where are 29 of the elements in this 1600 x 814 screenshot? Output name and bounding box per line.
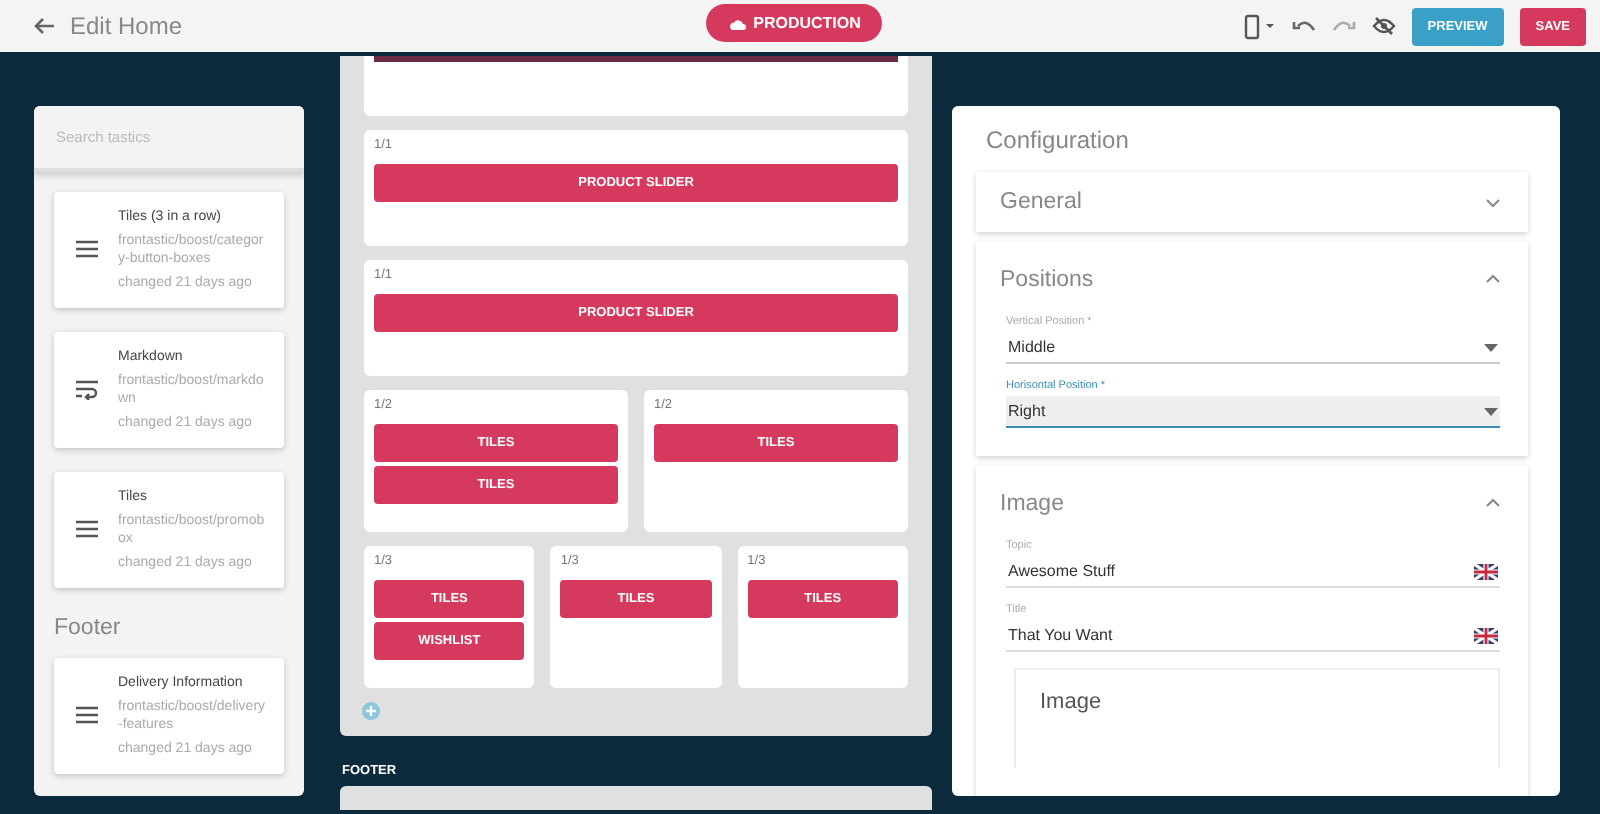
list-icon — [76, 240, 98, 260]
list-icon — [76, 520, 98, 540]
chevron-icon[interactable] — [1486, 498, 1500, 508]
flag-icon — [1474, 563, 1498, 579]
image-field[interactable]: Image — [1014, 668, 1500, 768]
text-field[interactable]: Awesome Stuff — [1006, 556, 1500, 588]
list-icon — [76, 706, 98, 726]
section-title[interactable]: Image — [1000, 491, 1064, 515]
dropdown-caret-icon[interactable] — [1484, 343, 1498, 351]
back-icon[interactable] — [34, 18, 54, 34]
panel-title: Configuration — [986, 126, 1131, 154]
cloud-icon — [727, 17, 746, 29]
section-heading: Footer — [54, 616, 123, 640]
section-title[interactable]: General — [1000, 190, 1082, 214]
select-field[interactable]: Right — [1006, 396, 1500, 428]
hidden-eye-icon[interactable] — [1371, 16, 1396, 36]
image-heading: Image — [1040, 690, 1102, 714]
select-field[interactable]: Middle — [1006, 332, 1500, 364]
dropdown-caret-icon[interactable] — [1484, 407, 1498, 415]
wrap-text-icon — [76, 380, 98, 400]
undo-icon[interactable] — [1291, 18, 1316, 34]
chevron-icon[interactable] — [1486, 274, 1500, 284]
section-title[interactable]: Positions — [1000, 267, 1094, 291]
flag-icon — [1474, 627, 1498, 643]
chevron-icon[interactable] — [1486, 197, 1500, 207]
environment-button[interactable]: PRODUCTION — [706, 4, 882, 42]
page-title: Edit Home — [70, 12, 183, 40]
text-field[interactable]: That You Want — [1006, 620, 1500, 652]
device-icon[interactable] — [1243, 13, 1276, 39]
